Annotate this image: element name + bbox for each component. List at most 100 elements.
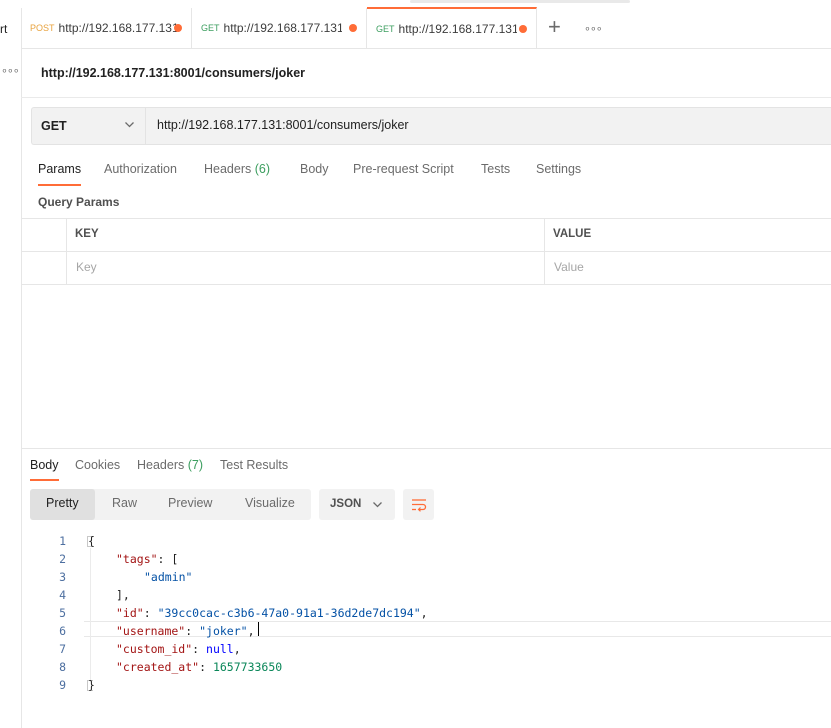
response-tab-headers[interactable]: Headers (7) <box>137 458 203 472</box>
plus-icon[interactable]: + <box>548 16 561 38</box>
divider <box>145 108 146 144</box>
wrap-lines-button[interactable] <box>403 489 434 520</box>
code-line: { <box>88 534 95 548</box>
pane-resizer[interactable] <box>21 448 831 449</box>
tab-tests[interactable]: Tests <box>481 162 510 176</box>
tab-label: Headers <box>137 458 185 472</box>
code-line: "tags": [ <box>116 552 178 566</box>
format-select-value: JSON <box>330 498 362 510</box>
json-string: "joker" <box>199 624 248 638</box>
tab-headers[interactable]: Headers (6) <box>204 162 270 176</box>
code-line: ], <box>116 588 130 602</box>
tab-label: Cookies <box>75 458 121 472</box>
code-line: "admin" <box>144 570 192 584</box>
tab-body[interactable]: Body <box>300 162 329 176</box>
query-params-title: Query Params <box>38 195 120 209</box>
unsaved-dot-icon <box>519 25 527 33</box>
headers-count-badge: (7) <box>187 458 204 472</box>
request-title[interactable]: http://192.168.177.131:8001/consumers/jo… <box>41 66 305 80</box>
json-punct: : <box>143 606 158 620</box>
line-number: 4 <box>59 588 66 602</box>
line-number: 5 <box>59 606 66 620</box>
top-scrollbar[interactable] <box>410 0 630 3</box>
request-tab-1[interactable]: POST http://192.168.177.131: <box>21 8 192 48</box>
chevron-down-icon[interactable] <box>124 119 135 130</box>
url-bar <box>31 107 831 145</box>
json-key: "custom_id" <box>116 642 193 656</box>
tab-url-label: http://192.168.177.131: <box>58 21 177 35</box>
json-string: "39cc0cac-c3b6-47a0-91a1-36d2de7dc194" <box>157 606 421 620</box>
column-header-key: KEY <box>75 228 99 240</box>
unsaved-dot-icon <box>349 24 357 32</box>
url-input[interactable]: http://192.168.177.131:8001/consumers/jo… <box>157 118 409 132</box>
tab-label: Test Results <box>220 458 289 472</box>
active-tab-underline <box>38 184 81 186</box>
request-tab-3-active[interactable]: GET http://192.168.177.131:8 <box>367 7 537 48</box>
json-keyword: null <box>206 642 234 656</box>
tab-params[interactable]: Params <box>38 162 81 176</box>
code-line: "custom_id": null, <box>116 642 241 656</box>
param-value-input[interactable]: Value <box>554 260 584 274</box>
tab-method-label: GET <box>376 23 395 34</box>
chevron-down-icon <box>373 502 382 508</box>
unsaved-dot-icon <box>174 24 182 32</box>
tab-label: Body <box>300 162 329 176</box>
tab-label: Tests <box>481 162 511 176</box>
json-punct: , <box>420 606 428 620</box>
tab-label: Headers <box>204 162 252 176</box>
json-brace: { <box>88 534 95 548</box>
tab-label: Params <box>38 162 82 176</box>
line-number: 3 <box>59 570 66 584</box>
response-tab-cookies[interactable]: Cookies <box>75 458 120 472</box>
json-punct: ], <box>116 588 130 602</box>
json-punct: : [ <box>157 552 179 566</box>
request-tabs-bar: POST http://192.168.177.131: GET http://… <box>21 7 831 49</box>
json-punct: : <box>185 624 200 638</box>
tab-method-label: GET <box>201 23 220 33</box>
json-key: "username" <box>116 624 186 638</box>
json-punct: : <box>192 642 207 656</box>
wrap-lines-icon <box>411 498 426 512</box>
line-number: 8 <box>59 660 66 674</box>
json-key: "created_at" <box>116 660 200 674</box>
response-tab-test-results[interactable]: Test Results <box>220 458 288 472</box>
sidebar-strip <box>0 8 22 728</box>
tab-label: Authorization <box>104 162 177 176</box>
ellipsis-icon[interactable]: ∘∘∘ <box>584 22 603 35</box>
table-border <box>21 251 831 252</box>
view-mode-preview[interactable]: Preview <box>168 496 212 510</box>
sidebar-partial-label[interactable]: rt <box>0 22 7 36</box>
table-border <box>21 218 831 219</box>
tab-label: Settings <box>536 162 582 176</box>
table-border <box>544 219 545 284</box>
tab-url-label: http://192.168.177.131:8 <box>223 21 342 35</box>
tab-method-label: POST <box>30 23 55 33</box>
response-tab-body[interactable]: Body <box>30 458 59 472</box>
view-mode-raw[interactable]: Raw <box>112 496 137 510</box>
line-number: 9 <box>59 678 66 692</box>
method-select[interactable]: GET <box>41 119 67 133</box>
code-line: "id": "39cc0cac-c3b6-47a0-91a1-36d2de7dc… <box>116 606 428 620</box>
json-brace: } <box>88 678 95 692</box>
view-mode-visualize[interactable]: Visualize <box>245 496 295 510</box>
column-header-value: VALUE <box>553 228 592 240</box>
param-key-input[interactable]: Key <box>76 260 97 274</box>
indent-guide <box>90 548 91 681</box>
code-line: "username": "joker", <box>116 624 255 638</box>
text-cursor <box>258 622 259 636</box>
json-key: "id" <box>116 606 144 620</box>
ellipsis-icon[interactable]: ∘∘∘ <box>1 64 20 77</box>
active-tab-underline <box>30 479 59 481</box>
code-line: "created_at": 1657733650 <box>116 660 282 674</box>
tab-settings[interactable]: Settings <box>536 162 581 176</box>
tab-pre-request-script[interactable]: Pre-request Script <box>353 162 454 176</box>
divider <box>21 97 831 98</box>
tab-url-label: http://192.168.177.131:8 <box>398 21 517 36</box>
json-string: "admin" <box>144 570 193 584</box>
view-mode-pretty[interactable]: Pretty <box>46 496 79 510</box>
table-border <box>21 284 831 285</box>
request-tab-2[interactable]: GET http://192.168.177.131:8 <box>192 8 367 48</box>
tab-authorization[interactable]: Authorization <box>104 162 177 176</box>
json-punct: , <box>233 642 241 656</box>
line-number: 7 <box>59 642 66 656</box>
